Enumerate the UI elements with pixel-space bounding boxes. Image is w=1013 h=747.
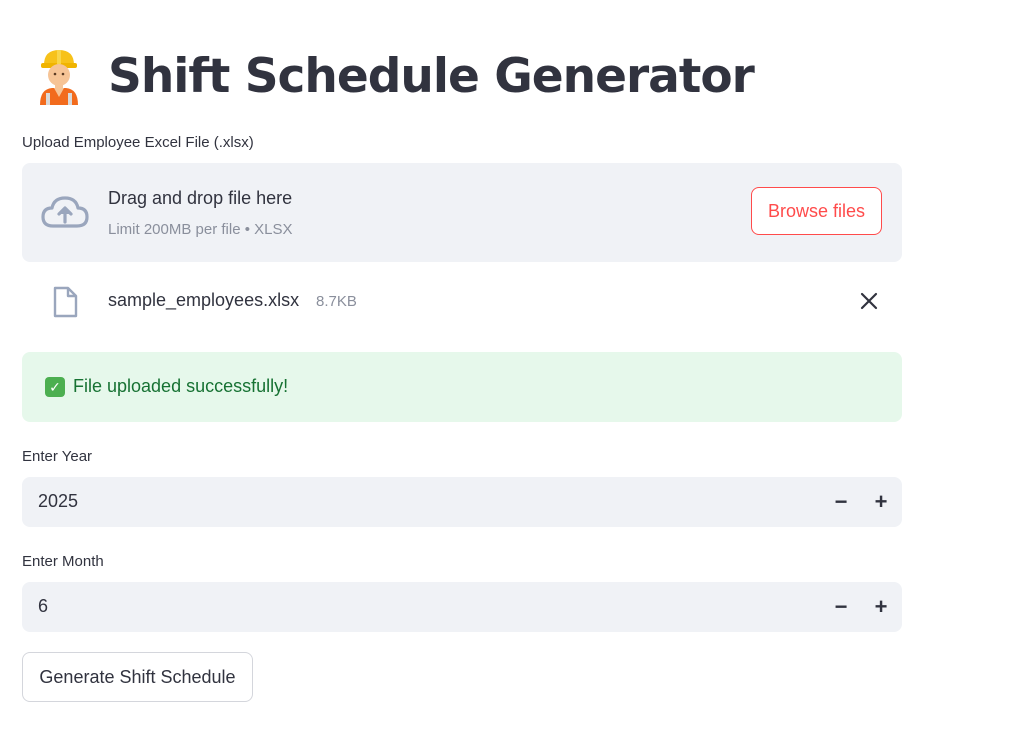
month-label: Enter Month (22, 553, 104, 570)
month-input[interactable]: 6 − + (22, 582, 902, 632)
uploaded-file-row: sample_employees.xlsx 8.7KB (22, 280, 902, 322)
year-input[interactable]: 2025 − + (22, 477, 902, 527)
year-decrement-button[interactable]: − (826, 487, 856, 517)
uploader-label: Upload Employee Excel File (.xlsx) (22, 134, 254, 151)
browse-files-button[interactable]: Browse files (751, 187, 882, 235)
year-increment-button[interactable]: + (866, 487, 896, 517)
year-input-value[interactable]: 2025 (38, 491, 78, 512)
construction-worker-icon (34, 47, 84, 105)
file-dropzone[interactable]: Drag and drop file here Limit 200MB per … (22, 163, 902, 262)
month-increment-button[interactable]: + (866, 592, 896, 622)
uploaded-file-size: 8.7KB (316, 293, 357, 310)
page-title: Shift Schedule Generator (108, 48, 755, 104)
close-icon[interactable] (858, 290, 880, 312)
generate-schedule-button[interactable]: Generate Shift Schedule (22, 652, 253, 702)
cloud-upload-icon (40, 194, 90, 230)
success-alert: ✓ File uploaded successfully! (22, 352, 902, 422)
file-icon (52, 286, 78, 318)
check-box-icon: ✓ (45, 377, 65, 397)
uploaded-file-name: sample_employees.xlsx (108, 290, 300, 310)
month-decrement-button[interactable]: − (826, 592, 856, 622)
title-row: Shift Schedule Generator (34, 44, 755, 108)
success-alert-text: File uploaded successfully! (73, 376, 289, 396)
month-input-value[interactable]: 6 (38, 596, 48, 617)
dropzone-title: Drag and drop file here (108, 188, 293, 208)
dropzone-subtitle: Limit 200MB per file • XLSX (108, 221, 293, 238)
year-label: Enter Year (22, 448, 93, 465)
